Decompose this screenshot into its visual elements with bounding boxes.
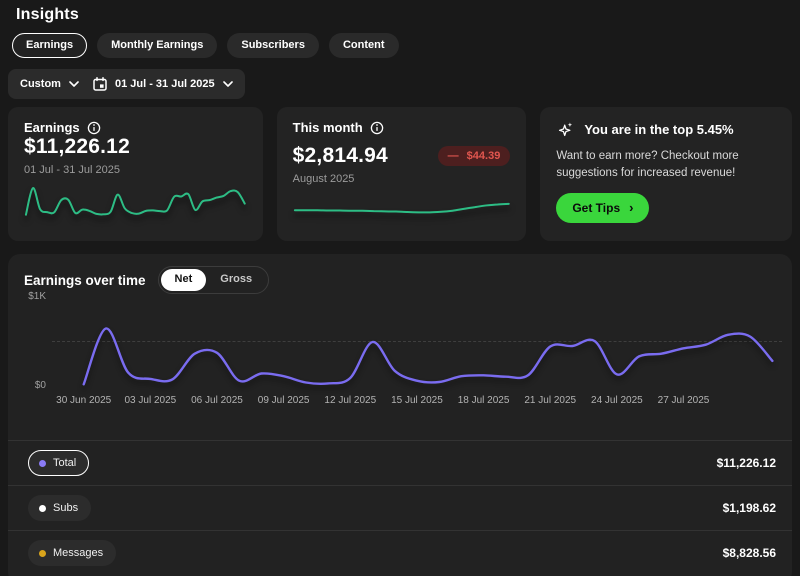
series-legend: Total $11,226.12 Subs $1,198.62 Messages… xyxy=(8,440,792,575)
messages-dot xyxy=(39,549,46,557)
earnings-amount: $11,226.12 xyxy=(24,135,130,158)
legend-pill-messages[interactable]: Messages xyxy=(28,540,117,566)
chart-title: Earnings over time xyxy=(24,272,146,288)
x-axis-label: 15 Jul 2025 xyxy=(391,395,443,406)
get-tips-label: Get Tips xyxy=(572,201,621,216)
subs-value: $1,198.62 xyxy=(722,501,776,515)
preset-select[interactable]: Custom xyxy=(20,78,79,90)
earnings-sparkline xyxy=(24,183,247,219)
x-axis-label: 30 Jun 2025 xyxy=(56,395,112,406)
tab-subscribers[interactable]: Subscribers xyxy=(227,33,319,58)
legend-pill-subs[interactable]: Subs xyxy=(28,495,92,521)
total-dot xyxy=(39,459,46,467)
x-axis-label: 03 Jul 2025 xyxy=(124,395,177,406)
page-title: Insights xyxy=(16,6,79,23)
tab-content[interactable]: Content xyxy=(328,33,399,58)
line-chart-plot[interactable] xyxy=(52,295,782,391)
net-gross-toggle: Net Gross xyxy=(157,266,270,294)
x-axis-label: 18 Jul 2025 xyxy=(457,395,510,406)
date-range-label: 01 Jul - 31 Jul 2025 xyxy=(114,78,215,90)
this-month-amount: $2,814.94 xyxy=(292,144,388,167)
info-icon[interactable] xyxy=(87,121,101,135)
x-axis-label: 27 Jul 2025 xyxy=(657,395,710,406)
y-axis-label-max: $1K xyxy=(28,291,46,302)
toggle-net[interactable]: Net xyxy=(160,269,207,291)
x-axis-label: 12 Jul 2025 xyxy=(324,395,377,406)
get-tips-button[interactable]: Get Tips › xyxy=(556,193,650,224)
date-filter-bar: Custom 01 Jul - 31 Jul 2025 xyxy=(8,69,245,99)
y-axis-label-zero: $0 xyxy=(34,380,46,391)
legend-label: Messages xyxy=(53,547,104,559)
legend-row-total: Total $11,226.12 xyxy=(8,440,792,485)
earnings-period: 01 Jul - 31 Jul 2025 xyxy=(24,164,121,176)
x-axis-labels: 30 Jun 2025 03 Jul 2025 06 Jul 2025 09 Jul … xyxy=(52,395,782,413)
this-month-period: August 2025 xyxy=(292,173,355,185)
sparkle-icon xyxy=(559,122,573,137)
tips-title: You are in the top 5.45% xyxy=(584,122,734,137)
tab-monthly-earnings[interactable]: Monthly Earnings xyxy=(97,33,218,58)
x-axis-label: 21 Jul 2025 xyxy=(524,395,577,406)
calendar-icon xyxy=(93,77,107,91)
legend-label: Total xyxy=(53,457,77,469)
tab-bar: Earnings Monthly Earnings Subscribers Co… xyxy=(12,33,792,58)
total-value: $11,226.12 xyxy=(716,456,776,470)
delta-amount: $44.39 xyxy=(466,150,501,162)
messages-value: $8,828.56 xyxy=(722,546,776,560)
legend-row-messages: Messages $8,828.56 xyxy=(8,530,792,575)
earnings-card: Earnings $11,226.12 01 Jul - 31 Jul 2025 xyxy=(8,107,263,241)
legend-row-subs: Subs $1,198.62 xyxy=(8,485,792,530)
insights-page: Insights Earnings Monthly Earnings Subsc… xyxy=(8,6,792,576)
stat-cards-row: Earnings $11,226.12 01 Jul - 31 Jul 2025… xyxy=(8,107,792,241)
x-axis-label: 24 Jul 2025 xyxy=(591,395,643,406)
tips-body: Want to earn more? Checkout more suggest… xyxy=(556,150,739,179)
date-range-select[interactable]: 01 Jul - 31 Jul 2025 xyxy=(93,77,233,91)
chevron-down-icon xyxy=(222,81,233,87)
chevron-down-icon xyxy=(69,81,79,87)
this-month-card: This month $2,814.94 — $44.39 August 202… xyxy=(276,107,527,241)
preset-label: Custom xyxy=(20,78,61,90)
legend-pill-total[interactable]: Total xyxy=(28,450,90,476)
earnings-over-time-card: Earnings over time Net Gross $1K $0 30 J… xyxy=(8,254,792,576)
earnings-line xyxy=(52,295,782,391)
toggle-gross[interactable]: Gross xyxy=(206,269,266,290)
legend-label: Subs xyxy=(53,502,79,514)
x-axis-label: 06 Jul 2025 xyxy=(191,395,243,406)
this-month-card-title: This month xyxy=(292,120,363,135)
this-month-sparkline xyxy=(293,192,511,228)
delta-badge: — $44.39 xyxy=(437,146,511,166)
tips-card: You are in the top 5.45% Want to earn mo… xyxy=(540,107,792,241)
chart-area: $1K $0 30 Jun 2025 03 Jul 2025 06 Jul 2025… xyxy=(8,291,792,413)
delta-minus-sign: — xyxy=(447,150,459,162)
earnings-card-title: Earnings xyxy=(24,120,80,135)
info-icon[interactable] xyxy=(370,121,384,135)
tab-earnings[interactable]: Earnings xyxy=(12,33,88,58)
subs-dot xyxy=(39,504,46,512)
x-axis-label: 09 Jul 2025 xyxy=(257,395,310,406)
